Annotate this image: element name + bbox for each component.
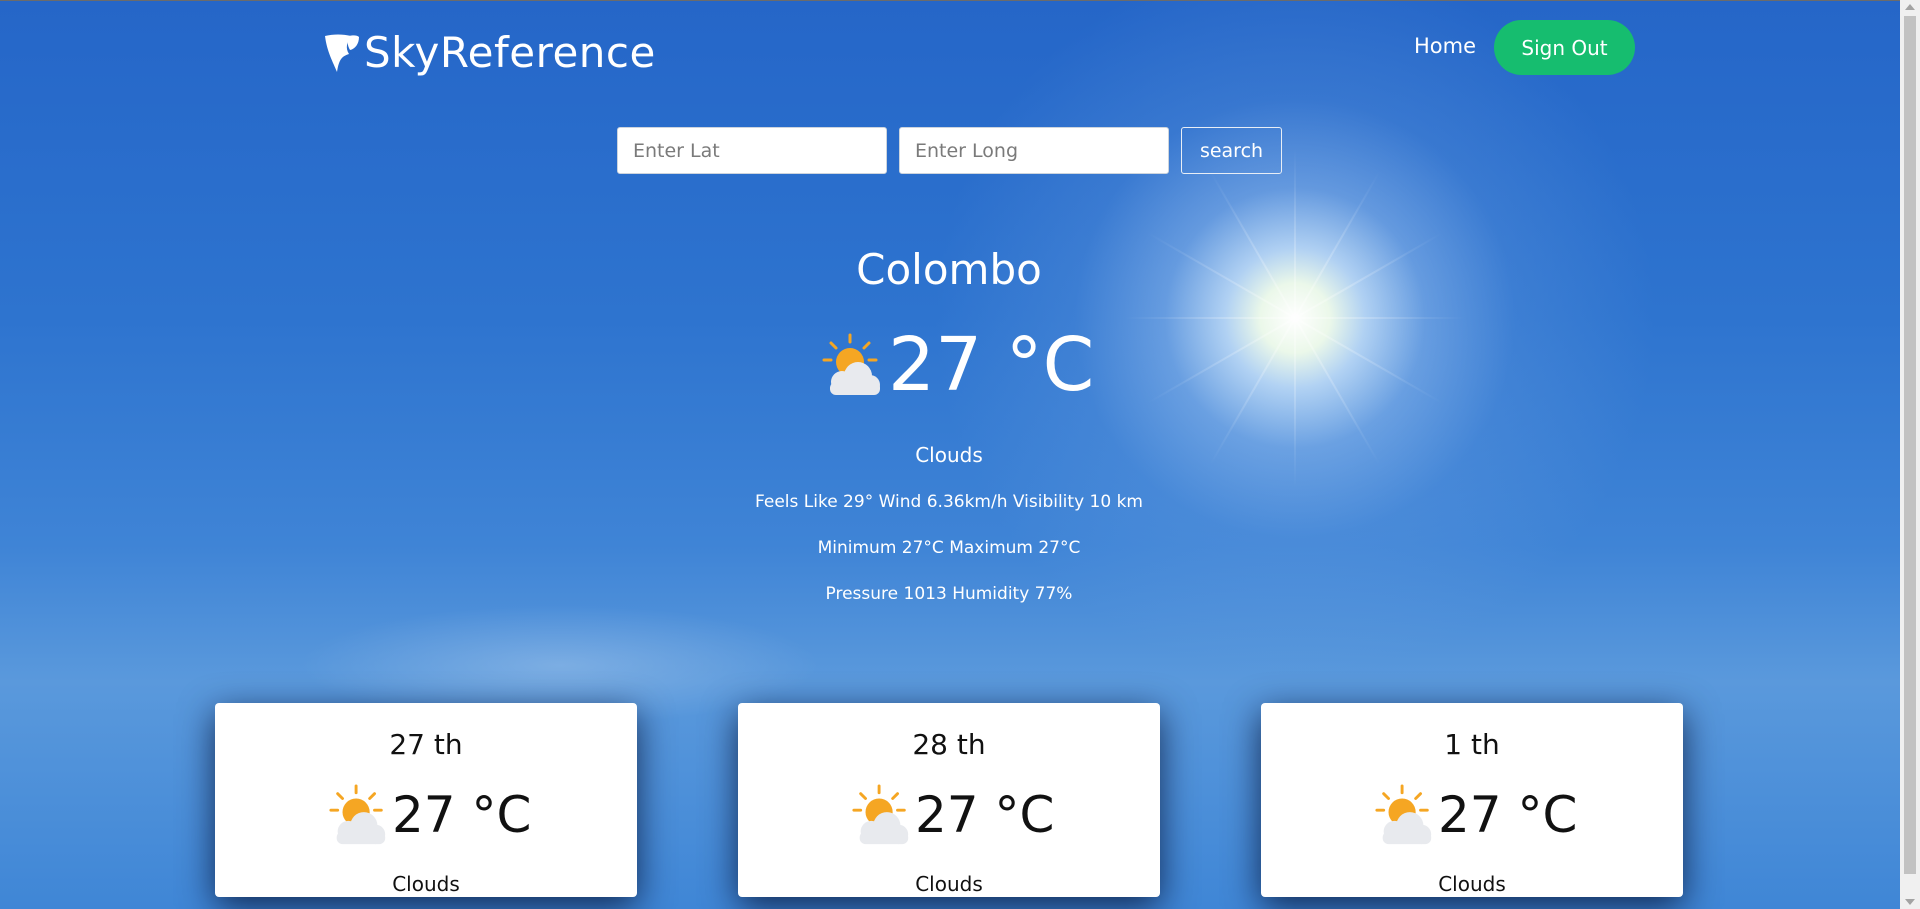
page-scrollbar[interactable]: [1900, 0, 1920, 909]
forecast-day: 1 th: [1444, 728, 1500, 761]
scroll-down-arrow-icon[interactable]: [1905, 899, 1915, 905]
partly-cloudy-icon: [329, 784, 386, 845]
longitude-input[interactable]: [899, 127, 1169, 174]
brand-icon: [325, 34, 359, 72]
scrollbar-thumb[interactable]: [1904, 16, 1916, 874]
sign-out-button[interactable]: Sign Out: [1494, 20, 1635, 75]
partly-cloudy-icon: [852, 784, 909, 845]
partly-cloudy-icon: [1375, 784, 1432, 845]
forecast-card: 1 th 27 °C Clouds: [1261, 703, 1683, 897]
search-button[interactable]: search: [1181, 127, 1282, 174]
brand-logo[interactable]: SkyReference: [323, 28, 656, 77]
forecast-temperature-row: 27 °C: [327, 783, 531, 847]
forecast-temperature: 27 °C: [1438, 786, 1578, 844]
window-top-border: [0, 0, 1920, 1]
current-temperature-row: 27 °C: [820, 322, 1094, 408]
forecast-card: 27 th 27 °C Clouds: [215, 703, 637, 897]
forecast-day: 28 th: [912, 728, 986, 761]
brand-name: SkyReference: [364, 28, 656, 77]
forecast-condition: Clouds: [915, 872, 983, 896]
forecast-condition: Clouds: [1438, 872, 1506, 896]
current-temperature: 27 °C: [888, 322, 1095, 408]
forecast-temperature-row: 27 °C: [850, 783, 1054, 847]
forecast-temperature: 27 °C: [915, 786, 1055, 844]
current-condition: Clouds: [915, 443, 983, 467]
forecast-temperature: 27 °C: [392, 786, 532, 844]
forecast-card: 28 th 27 °C Clouds: [738, 703, 1160, 897]
detail-pressure-humidity: Pressure 1013 Humidity 77%: [825, 584, 1073, 604]
detail-min-max: Minimum 27°C Maximum 27°C: [817, 538, 1081, 558]
scroll-up-arrow-icon[interactable]: [1905, 4, 1915, 10]
forecast-day: 27 th: [389, 728, 463, 761]
latitude-input[interactable]: [617, 127, 887, 174]
forecast-temperature-row: 27 °C: [1373, 783, 1577, 847]
partly-cloudy-icon: [822, 333, 880, 395]
forecast-condition: Clouds: [392, 872, 460, 896]
nav-home-link[interactable]: Home: [1414, 34, 1476, 58]
detail-feels-wind-visibility: Feels Like 29° Wind 6.36km/h Visibility …: [755, 492, 1143, 512]
city-name: Colombo: [856, 245, 1042, 294]
